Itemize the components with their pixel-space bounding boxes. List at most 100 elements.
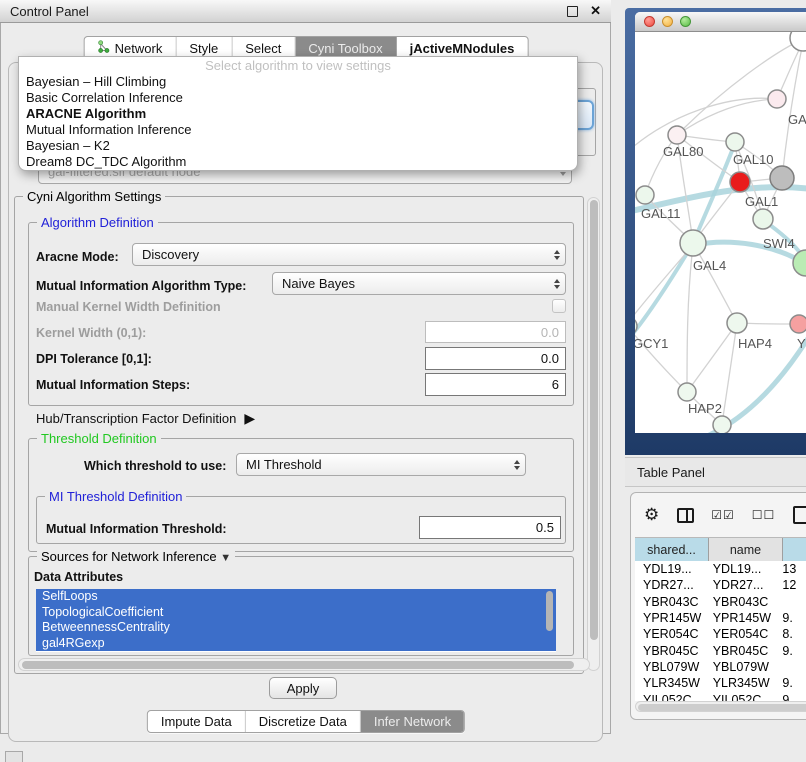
table-row[interactable]: YLR345WYLR345W9. (635, 675, 806, 691)
settings-vscrollbar[interactable] (587, 197, 600, 671)
table-row[interactable]: YIL052CYIL052C9 (635, 691, 806, 701)
network-node[interactable] (727, 313, 747, 333)
apply-button[interactable]: Apply (269, 677, 337, 699)
table-cell[interactable]: YBR045C (705, 644, 775, 658)
dock-handle[interactable] (5, 751, 23, 762)
zoom-traffic-light-icon[interactable] (680, 16, 691, 27)
table-hscrollbar[interactable] (635, 701, 806, 712)
table-row[interactable]: YPR145WYPR145W9. (635, 610, 806, 626)
data-attributes-list[interactable]: SelfLoopsTopologicalCoefficientBetweenne… (36, 589, 556, 652)
select-all-checkboxes-icon[interactable]: ☑☑ (711, 508, 735, 522)
network-node[interactable] (770, 166, 794, 190)
tab-impute-data[interactable]: Impute Data (148, 711, 246, 732)
table-cell[interactable]: YBL079W (705, 660, 775, 674)
float-window-icon[interactable] (567, 6, 578, 17)
table-cell[interactable]: YDR27... (635, 578, 705, 592)
algorithm-option[interactable]: Dream8 DC_TDC Algorithm (19, 154, 577, 170)
deselect-all-checkboxes-icon[interactable]: ☐☐ (752, 508, 776, 522)
network-node[interactable] (713, 416, 731, 433)
table-cell[interactable]: 8. (774, 627, 806, 641)
manual-kernel-checkbox[interactable] (552, 299, 566, 313)
table-cell[interactable]: YDR27... (705, 578, 775, 592)
data-attribute-item[interactable]: gal4RGexp (36, 636, 556, 652)
algorithm-option[interactable]: Bayesian – K2 (19, 138, 577, 154)
table-row[interactable]: YDL19...YDL19...13 (635, 561, 806, 577)
algorithm-option[interactable]: Mutual Information Inference (19, 122, 577, 138)
table-cell[interactable]: 9. (774, 676, 806, 690)
minimize-traffic-light-icon[interactable] (662, 16, 673, 27)
aracne-mode-combo[interactable]: Discovery (132, 243, 566, 266)
table-cell[interactable]: 9. (774, 611, 806, 625)
columns-icon[interactable] (677, 508, 694, 523)
new-table-icon[interactable] (793, 506, 806, 524)
table-cell[interactable]: YBL079W (635, 660, 705, 674)
table-panel-titlebar[interactable]: Table Panel (625, 457, 806, 487)
table-cell[interactable]: YBR043C (705, 595, 775, 609)
table-cell[interactable]: YLR345W (705, 676, 775, 690)
column-header[interactable] (783, 538, 806, 562)
table-row[interactable]: YDR27...YDR27...12 (635, 577, 806, 593)
close-panel-icon[interactable]: ✕ (590, 3, 601, 19)
network-node[interactable] (726, 133, 744, 151)
network-node[interactable] (636, 186, 654, 204)
network-node[interactable] (790, 315, 806, 333)
kernel-width-input[interactable]: 0.0 (425, 321, 566, 343)
network-window-titlebar[interactable] (635, 12, 806, 32)
network-node[interactable] (793, 250, 806, 276)
mi-threshold-input[interactable]: 0.5 (419, 516, 561, 539)
table-cell[interactable]: YER054C (705, 627, 775, 641)
mi-steps-input[interactable]: 6 (425, 373, 566, 396)
table-cell[interactable]: YLR345W (635, 676, 705, 690)
network-node[interactable] (730, 172, 750, 192)
data-attribute-item[interactable]: TopologicalCoefficient (36, 605, 556, 621)
network-node[interactable] (680, 230, 706, 256)
tab-discretize-data[interactable]: Discretize Data (246, 711, 361, 732)
network-node[interactable] (768, 90, 786, 108)
table-row[interactable]: YBR043CYBR043C (635, 594, 806, 610)
tab-infer-network[interactable]: Infer Network (361, 711, 464, 732)
network-canvas[interactable]: GALGAL80GAL10GAL1GAL11SWI4GAL4GCY1HAP4YH… (635, 32, 806, 433)
settings-hscrollbar[interactable] (18, 658, 590, 671)
network-window[interactable]: GALGAL80GAL10GAL1GAL11SWI4GAL4GCY1HAP4YH… (635, 12, 806, 433)
table-cell[interactable]: YIL052C (635, 693, 705, 701)
data-attribute-item[interactable]: SelfLoops (36, 589, 556, 605)
table-cell[interactable]: YPR145W (705, 611, 775, 625)
table-cell[interactable]: 9. (774, 644, 806, 658)
control-panel-titlebar[interactable]: Control Panel ✕ (0, 0, 611, 23)
hub-tf-definition-expander[interactable]: Hub/Transcription Factor Definition ▶ (36, 410, 255, 427)
gear-icon[interactable]: ⚙ (644, 505, 659, 525)
table-cell[interactable]: YDL19... (635, 562, 705, 576)
network-node[interactable] (678, 383, 696, 401)
table-row[interactable]: YER054CYER054C8. (635, 626, 806, 642)
column-header[interactable]: shared... (635, 538, 709, 562)
network-node[interactable] (753, 209, 773, 229)
dpi-tolerance-input[interactable]: 0.0 (425, 347, 566, 370)
close-traffic-light-icon[interactable] (644, 16, 655, 27)
network-node[interactable] (790, 32, 806, 51)
collapse-arrow-icon[interactable]: ▼ (220, 552, 231, 564)
settings-vscrollbar-thumb[interactable] (590, 200, 598, 640)
mi-type-combo[interactable]: Naive Bayes (272, 272, 566, 295)
table-cell[interactable]: YDL19... (705, 562, 775, 576)
table-cell[interactable]: 9 (774, 693, 806, 701)
table-cell[interactable]: YER054C (635, 627, 705, 641)
attributes-scrollbar-thumb[interactable] (546, 591, 553, 631)
table-row[interactable]: YBR045CYBR045C9. (635, 642, 806, 658)
table-cell[interactable]: YPR145W (635, 611, 705, 625)
column-header[interactable]: name (709, 538, 783, 562)
data-attribute-item[interactable]: BetweennessCentrality (36, 620, 556, 636)
table-cell[interactable]: YIL052C (705, 693, 775, 701)
table-cell[interactable]: YBR043C (635, 595, 705, 609)
table-cell[interactable]: 12 (774, 578, 806, 592)
which-threshold-combo[interactable]: MI Threshold (236, 453, 526, 476)
table-hscrollbar-thumb[interactable] (638, 704, 806, 711)
network-edge (677, 39, 803, 135)
network-node[interactable] (668, 126, 686, 144)
algorithm-option[interactable]: Basic Correlation Inference (19, 90, 577, 106)
settings-hscrollbar-thumb[interactable] (22, 661, 574, 669)
algorithm-option[interactable]: Bayesian – Hill Climbing (19, 74, 577, 90)
algorithm-option[interactable]: ARACNE Algorithm (19, 106, 577, 122)
table-row[interactable]: YBL079WYBL079W (635, 659, 806, 675)
table-cell[interactable]: 13 (774, 562, 806, 576)
table-cell[interactable]: YBR045C (635, 644, 705, 658)
